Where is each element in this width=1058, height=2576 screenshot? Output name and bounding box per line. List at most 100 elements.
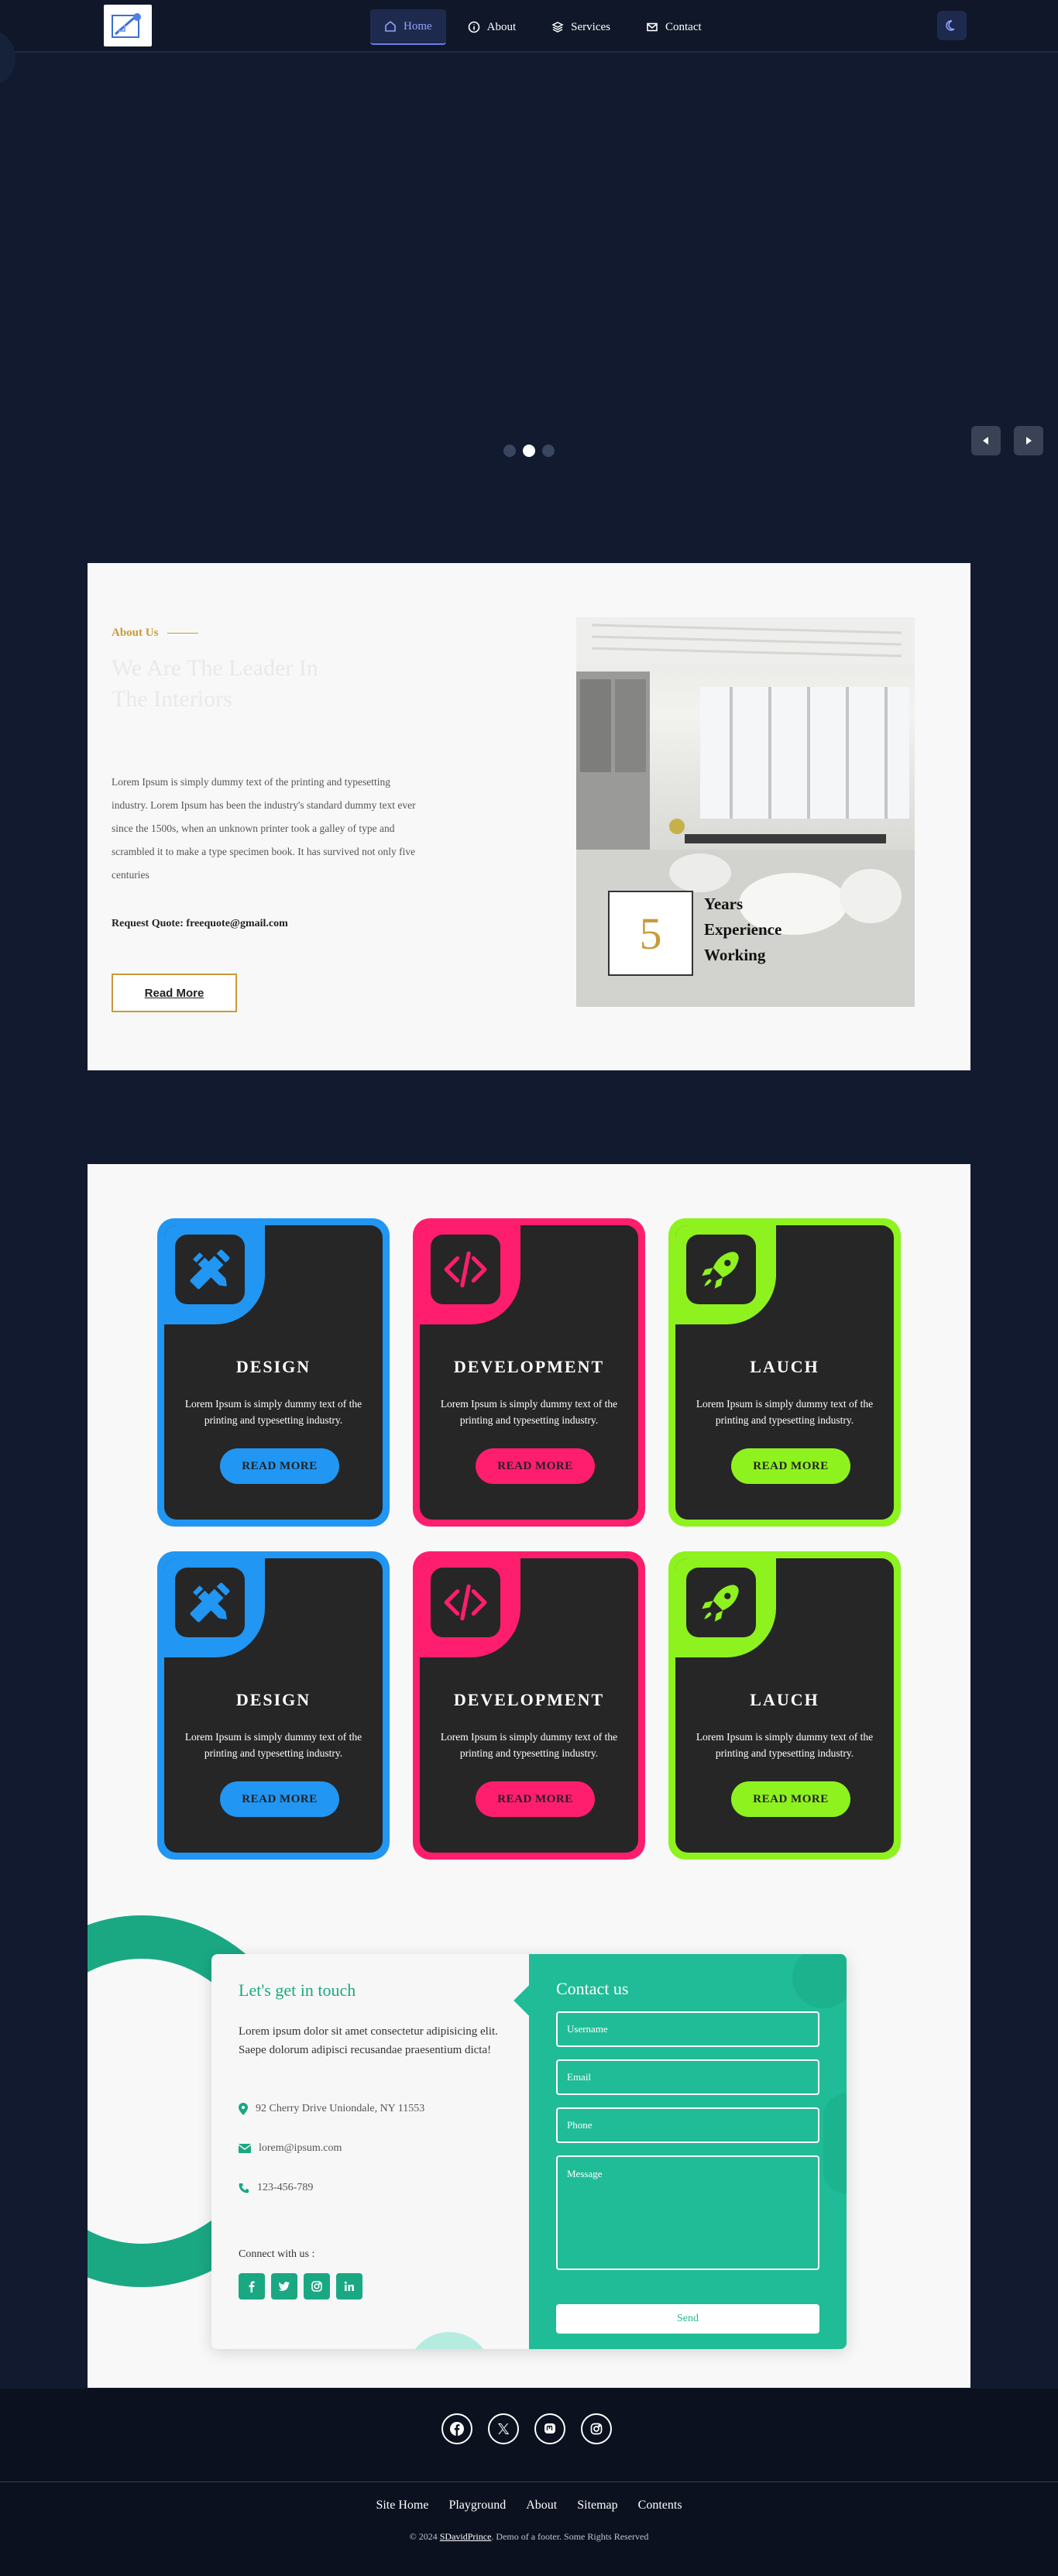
footer-instagram-link[interactable]	[581, 2413, 612, 2444]
service-card-title: DESIGN	[235, 1690, 311, 1709]
footer-link-contents[interactable]: Contents	[638, 2499, 682, 2512]
experience-line-2: Experience	[704, 920, 782, 939]
experience-line-3: Working	[704, 946, 766, 964]
contact-form-title: Contact us	[556, 1979, 629, 1998]
carousel-dot-1[interactable]	[503, 445, 516, 457]
nav-contact[interactable]: Contact	[632, 9, 716, 45]
nav-services[interactable]: Services	[538, 9, 624, 45]
nav-about[interactable]: About	[454, 9, 531, 45]
home-icon	[385, 20, 396, 32]
contact-socials	[239, 2273, 362, 2300]
pencil-ruler-icon	[175, 1235, 245, 1304]
email-field[interactable]: Email	[556, 2059, 819, 2095]
layers-icon	[551, 22, 564, 33]
send-button[interactable]: Send	[556, 2304, 819, 2334]
footer-link-playground[interactable]: Playground	[448, 2499, 506, 2512]
twitter-button[interactable]	[271, 2273, 297, 2300]
nav-services-label: Services	[571, 20, 610, 33]
footer-link-about[interactable]: About	[526, 2499, 557, 2512]
code-icon	[431, 1235, 500, 1304]
service-card-title: LAUCH	[750, 1690, 819, 1709]
nav-home-label: Home	[404, 19, 432, 33]
carousel-next-button[interactable]	[1014, 426, 1043, 455]
service-card: DEVELOPMENT Lorem Ipsum is simply dummy t…	[413, 1551, 645, 1860]
twitter-icon	[278, 2282, 290, 2291]
service-read-more-button[interactable]: READ MORE	[731, 1448, 850, 1484]
interior-image: 5 Years Experience Working	[576, 617, 915, 1007]
carousel-prev-button[interactable]	[971, 426, 1001, 455]
copyright-suffix: . Demo of a footer. Some Rights Reserved	[491, 2531, 649, 2542]
envelope-icon	[239, 2144, 251, 2153]
about-text: Lorem Ipsum is simply dummy text of the …	[112, 776, 416, 881]
service-read-more-button[interactable]: READ MORE	[476, 1781, 595, 1817]
contact-phone-text: 123-456-789	[257, 2182, 314, 2193]
service-card-text: Lorem Ipsum is simply dummy text of the …	[440, 1731, 618, 1759]
footer: Site Home Playground About Sitemap Conte…	[0, 2389, 1058, 2576]
username-field[interactable]: Username	[556, 2011, 819, 2047]
facebook-icon	[249, 2281, 255, 2293]
caret-right-icon	[1026, 437, 1032, 445]
facebook-button[interactable]	[239, 2273, 265, 2300]
mail-icon	[647, 22, 658, 32]
service-read-more-button[interactable]: READ MORE	[220, 1448, 339, 1484]
footer-mastodon-link[interactable]	[534, 2413, 565, 2444]
contact-form: Contact us Username Email Phone Message …	[529, 1954, 847, 2349]
carousel-dot-2[interactable]	[523, 445, 535, 457]
instagram-icon	[311, 2281, 322, 2292]
decorative-pill	[823, 2093, 847, 2194]
connect-label: Connect with us :	[239, 2248, 315, 2260]
instagram-button[interactable]	[304, 2273, 330, 2300]
service-card: LAUCH Lorem Ipsum is simply dummy text of…	[668, 1218, 901, 1527]
pencil-ruler-icon	[175, 1568, 245, 1637]
footer-link-site-home[interactable]: Site Home	[376, 2499, 428, 2512]
code-icon	[431, 1568, 500, 1637]
linkedin-button[interactable]	[336, 2273, 362, 2300]
about-section: About Us We Are The Leader In The Interi…	[88, 563, 970, 1070]
service-card-text: Lorem Ipsum is simply dummy text of the …	[696, 1398, 874, 1426]
service-card-title: LAUCH	[750, 1357, 819, 1376]
contact-info: Let's get in touch Lorem ipsum dolor sit…	[211, 1954, 529, 2349]
about-kicker-text: About Us	[112, 627, 159, 639]
nav-contact-label: Contact	[665, 20, 702, 33]
services-section: DESIGN Lorem Ipsum is simply dummy text o…	[88, 1164, 970, 2388]
footer-link-sitemap[interactable]: Sitemap	[577, 2499, 617, 2512]
footer-links: Site Home Playground About Sitemap Conte…	[0, 2499, 1058, 2512]
service-read-more-button[interactable]: READ MORE	[220, 1781, 339, 1817]
map-pin-icon	[239, 2103, 248, 2115]
message-field[interactable]: Message	[556, 2155, 819, 2270]
service-read-more-button[interactable]: READ MORE	[476, 1448, 595, 1484]
contact-email-text: lorem@ipsum.com	[259, 2142, 342, 2154]
experience-number: 5	[608, 891, 693, 976]
footer-x-link[interactable]	[488, 2413, 519, 2444]
footer-facebook-link[interactable]	[441, 2413, 472, 2444]
contact-address: 92 Cherry Drive Uniondale, NY 11553	[239, 2103, 424, 2115]
contact-phone: 123-456-789	[239, 2182, 313, 2194]
read-more-button[interactable]: Read More	[112, 974, 237, 1012]
facebook-icon	[450, 2422, 464, 2436]
service-card-text: Lorem Ipsum is simply dummy text of the …	[440, 1398, 618, 1426]
decorative-bubble	[407, 2332, 492, 2349]
footer-copyright: © 2024 SDavidPrince. Demo of a footer. S…	[0, 2531, 1058, 2543]
nav-about-label: About	[486, 20, 517, 33]
request-quote: Request Quote: freequote@gmail.com	[112, 918, 288, 929]
phone-field[interactable]: Phone	[556, 2107, 819, 2143]
service-card-title: DESIGN	[235, 1357, 311, 1376]
service-card: LAUCH Lorem Ipsum is simply dummy text of…	[668, 1551, 901, 1860]
service-card: DESIGN Lorem Ipsum is simply dummy text o…	[157, 1551, 390, 1860]
linkedin-icon	[344, 2281, 354, 2291]
service-card-text: Lorem Ipsum is simply dummy text of the …	[696, 1731, 874, 1759]
rocket-icon	[686, 1235, 756, 1304]
instagram-icon	[590, 2423, 603, 2435]
nav-home[interactable]: Home	[370, 9, 446, 45]
site-logo[interactable]	[104, 5, 152, 46]
theme-toggle-button[interactable]	[937, 11, 967, 40]
service-read-more-button[interactable]: READ MORE	[731, 1781, 850, 1817]
author-link[interactable]: SDavidPrince	[440, 2531, 492, 2542]
caret-left-icon	[983, 437, 988, 445]
service-card-title: DEVELOPMENT	[453, 1690, 605, 1709]
carousel-dot-3[interactable]	[542, 445, 555, 457]
service-card: DESIGN Lorem Ipsum is simply dummy text o…	[157, 1218, 390, 1527]
navbar: Home About Services Contact	[0, 0, 1058, 53]
rocket-icon	[686, 1568, 756, 1637]
experience-label: Years Experience Working	[704, 891, 781, 968]
